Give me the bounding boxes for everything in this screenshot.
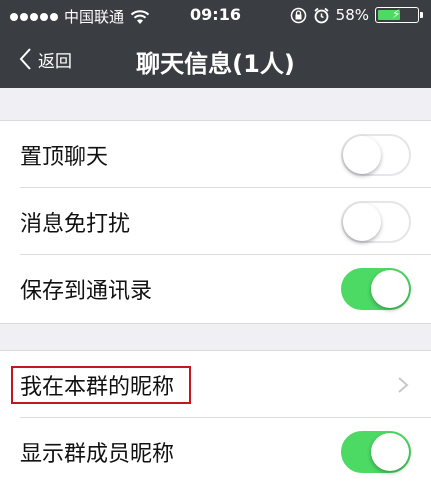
navigation-bar: 返回 聊天信息(1人) <box>0 31 431 88</box>
status-bar: 中国联通 09:16 58% ⚡ <box>0 0 431 31</box>
battery-icon: ⚡ <box>375 7 423 23</box>
status-bar-right: 58% ⚡ <box>290 6 423 24</box>
page-title: 聊天信息(1人) <box>136 50 295 78</box>
settings-row-do-not-disturb: 消息免打扰 <box>0 188 431 255</box>
save-to-contacts-toggle[interactable] <box>341 267 411 310</box>
save-to-contacts-label: 保存到通讯录 <box>20 278 153 304</box>
chevron-right-icon <box>398 376 409 393</box>
do-not-disturb-toggle[interactable] <box>341 200 411 243</box>
alarm-icon <box>314 7 329 23</box>
pin-chat-toggle[interactable] <box>341 133 411 176</box>
do-not-disturb-label: 消息免打扰 <box>20 211 131 237</box>
pin-chat-label: 置顶聊天 <box>20 144 109 170</box>
highlight-annotation-box <box>11 366 191 404</box>
settings-row-pin-chat: 置顶聊天 <box>0 121 431 188</box>
show-member-nicknames-label: 显示群成员昵称 <box>20 441 175 467</box>
battery-percent: 58% <box>335 6 369 24</box>
charging-bolt-icon: ⚡ <box>392 7 401 21</box>
settings-row-show-member-nicknames: 显示群成员昵称 <box>0 418 431 485</box>
chat-settings-group: 置顶聊天 消息免打扰 保存到通讯录 <box>0 120 431 324</box>
settings-row-save-to-contacts: 保存到通讯录 <box>0 255 431 322</box>
rotation-lock-icon <box>290 7 306 23</box>
show-member-nicknames-toggle[interactable] <box>341 430 411 473</box>
